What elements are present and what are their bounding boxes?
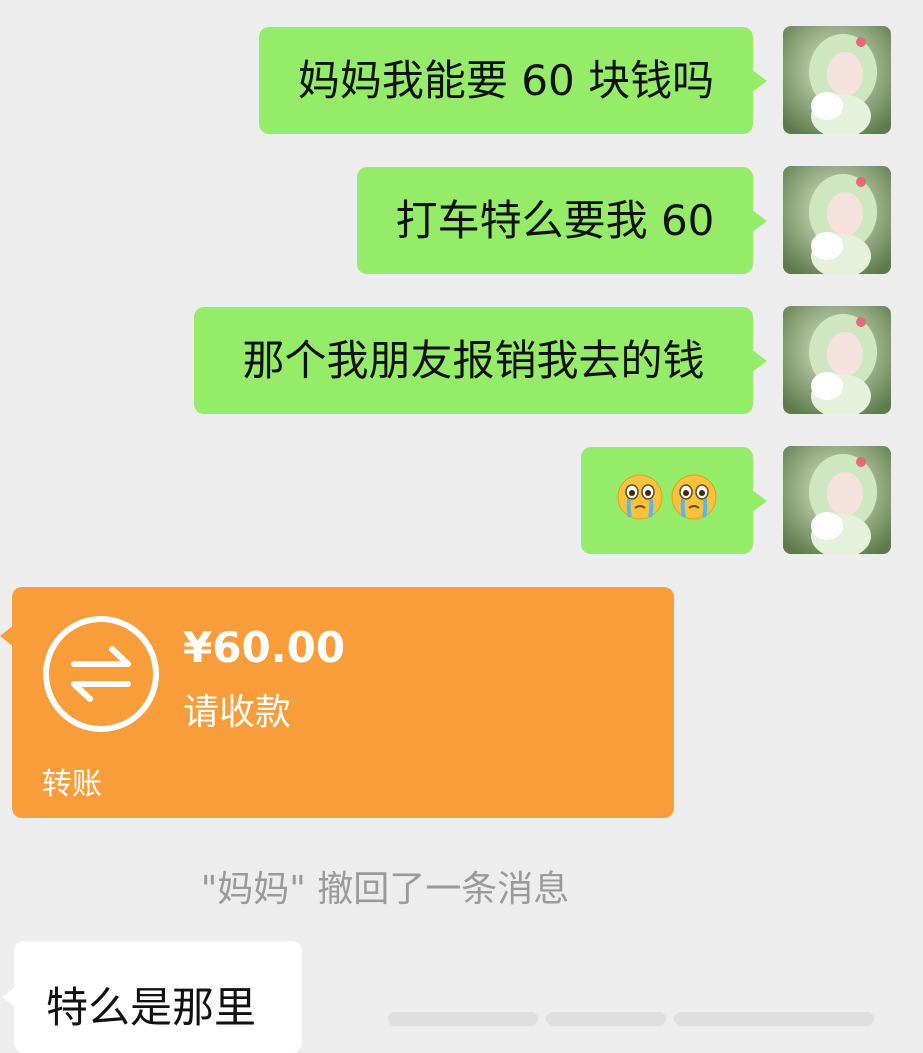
transfer-label: 转账 (42, 767, 102, 802)
reply-text: 特么是那里 (46, 983, 257, 1032)
message-bubble-3[interactable]: 那个我朋友报销我去的钱 (194, 307, 767, 414)
message-bubble-1[interactable]: 妈妈我能要 60 块钱吗 (259, 27, 767, 134)
message-bubble-2[interactable]: 打车特么要我 60 (357, 167, 767, 274)
watermark (388, 1008, 923, 1042)
my-avatar-3[interactable] (783, 306, 891, 414)
message-text-1: 妈妈我能要 60 块钱吗 (297, 55, 715, 105)
message-bubble-4[interactable] (581, 447, 767, 554)
reply-bubble[interactable]: 特么是那里 (2, 941, 302, 1053)
transfer-status: 请收款 (183, 692, 292, 733)
message-text-3: 那个我朋友报销我去的钱 (242, 335, 705, 385)
crying-face-emoji (616, 473, 664, 528)
transfer-arrows-icon (42, 615, 160, 737)
transfer-card[interactable]: ¥60.00 请收款 转账 (0, 587, 674, 818)
message-text-2: 打车特么要我 60 (395, 195, 715, 245)
my-avatar-4[interactable] (783, 446, 891, 554)
my-avatar-2[interactable] (783, 166, 891, 274)
my-avatar-1[interactable] (783, 26, 891, 134)
recall-notice: "妈妈" 撤回了一条消息 (200, 869, 570, 910)
crying-face-emoji (670, 473, 718, 528)
transfer-amount: ¥60.00 (183, 623, 346, 672)
